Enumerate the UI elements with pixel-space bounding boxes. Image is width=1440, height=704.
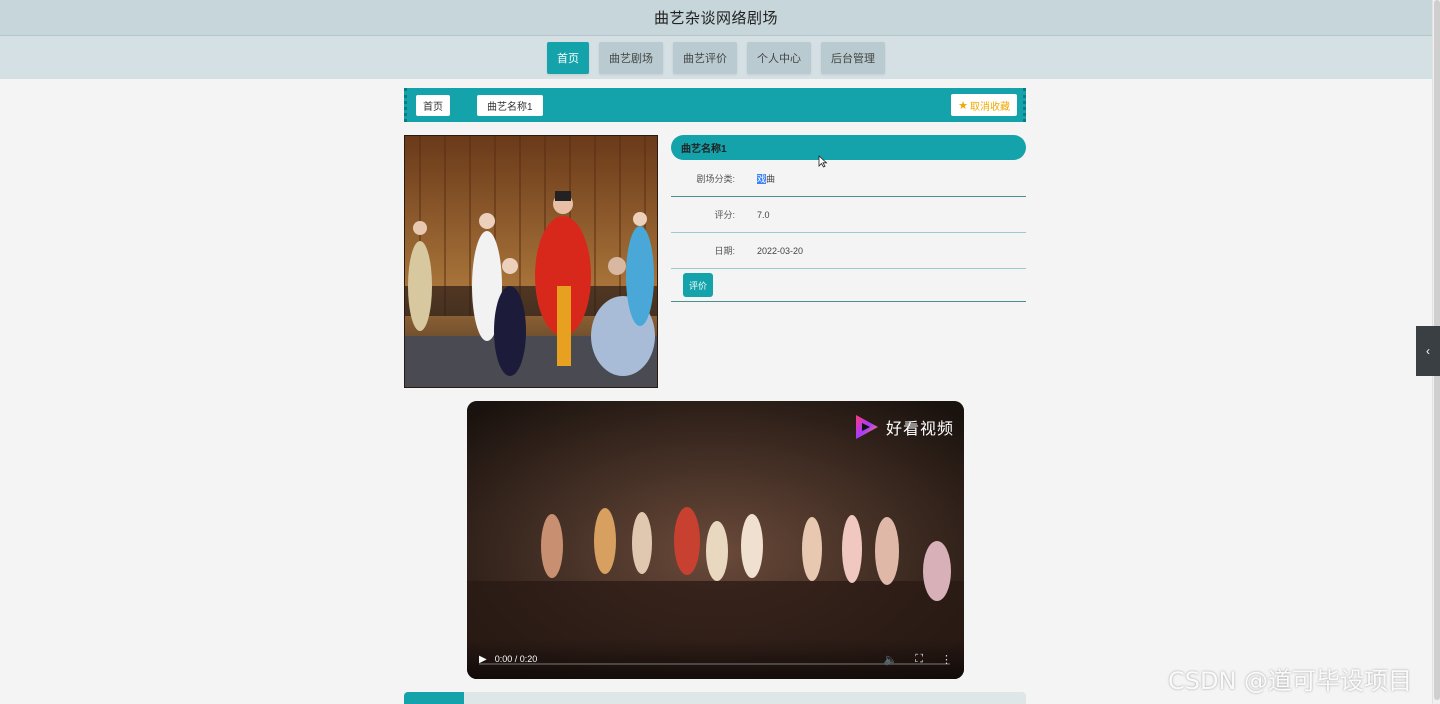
more-vert-icon[interactable]: ⋮	[941, 653, 952, 666]
breadcrumb-home-link[interactable]: 首页	[416, 95, 450, 116]
chevron-left-icon: ‹	[1426, 344, 1430, 358]
nav-item-profile[interactable]: 个人中心	[747, 41, 811, 74]
field-category-value-rest: 曲	[766, 174, 776, 184]
review-button[interactable]: 评价	[683, 273, 714, 297]
nav-item-theater[interactable]: 曲艺剧场	[599, 41, 663, 74]
nav-item-reviews[interactable]: 曲艺评价	[673, 41, 737, 74]
video-right-controls: 🔈 ⛶ ⋮	[884, 653, 952, 666]
field-category-label: 剧场分类:	[696, 174, 735, 184]
nav-item-admin[interactable]: 后台管理	[821, 41, 885, 74]
field-date: 日期: 2022-03-20	[671, 233, 1026, 269]
play-icon[interactable]: ▶	[479, 654, 487, 665]
cover-illustration	[405, 136, 657, 387]
action-row: 评价	[671, 269, 1026, 302]
main-nav: 首页 曲艺剧场 曲艺评价 个人中心 后台管理	[0, 36, 1432, 79]
bottom-tab-bar	[404, 692, 1026, 704]
field-category: 剧场分类: 戏曲	[671, 161, 1026, 197]
field-date-value: 2022-03-20	[757, 245, 804, 256]
video-brand-text: 好看视频	[885, 421, 954, 438]
site-header: 曲艺杂谈网络剧场	[0, 0, 1432, 36]
field-score-label: 评分:	[714, 210, 735, 220]
video-brand: 好看视频	[854, 413, 954, 441]
unfavorite-button[interactable]: ★ 取消收藏	[951, 94, 1017, 116]
star-icon: ★	[958, 99, 968, 112]
video-time: 0:00 / 0:20	[494, 654, 538, 664]
field-category-value: 戏曲	[757, 172, 775, 185]
watermark: CSDN @道可毕设项目	[1168, 667, 1413, 695]
unfavorite-label: 取消收藏	[970, 101, 1010, 113]
detail-title: 曲艺名称1	[671, 135, 1026, 160]
nav-item-home[interactable]: 首页	[547, 41, 589, 74]
brand-logo-icon	[855, 415, 878, 439]
bottom-tab-active[interactable]	[404, 692, 464, 704]
mouse-cursor-icon	[818, 155, 828, 168]
performance-cover-image	[404, 135, 658, 388]
video-player[interactable]: 好看视频 ▶ 0:00 / 0:20 🔈 ⛶ ⋮	[467, 401, 964, 679]
video-frame	[467, 401, 964, 679]
field-category-value-selected: 戏	[757, 174, 767, 184]
side-panel-toggle[interactable]: ‹	[1416, 326, 1440, 376]
video-controls: ▶ 0:00 / 0:20 🔈 ⛶ ⋮	[467, 639, 964, 679]
breadcrumb: 首页 曲艺名称1 ★ 取消收藏	[404, 88, 1026, 122]
site-title: 曲艺杂谈网络剧场	[653, 10, 778, 27]
fullscreen-icon[interactable]: ⛶	[915, 653, 923, 666]
volume-icon[interactable]: 🔈	[884, 653, 898, 666]
field-date-label: 日期:	[714, 246, 735, 256]
field-score-value: 7.0	[757, 209, 770, 220]
field-score: 评分: 7.0	[671, 197, 1026, 233]
breadcrumb-current[interactable]: 曲艺名称1	[477, 95, 543, 116]
